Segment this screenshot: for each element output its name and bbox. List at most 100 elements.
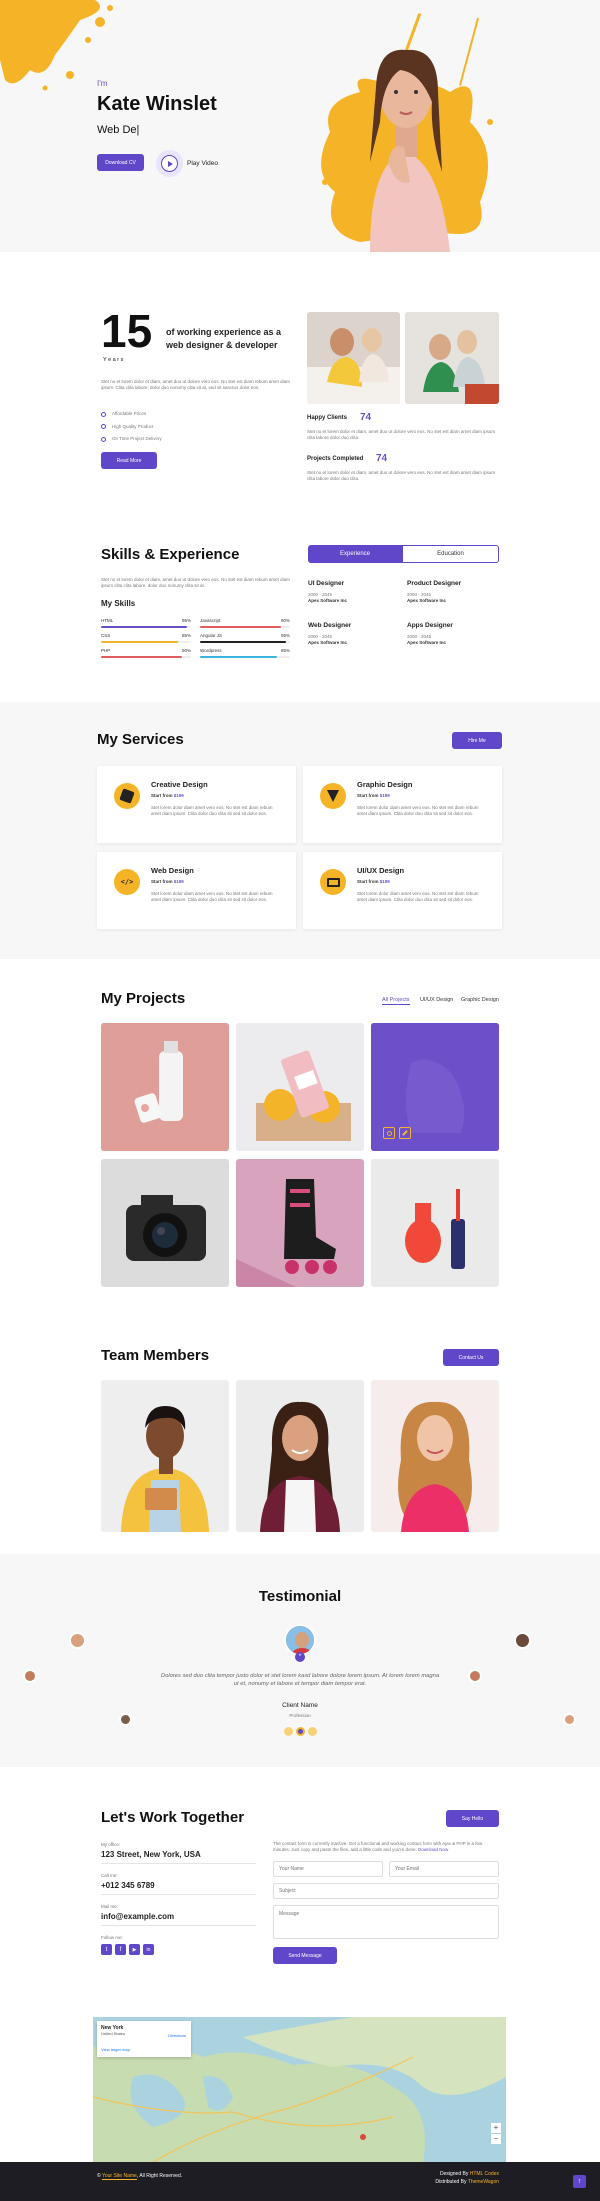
service-price: Start from $199 (357, 793, 390, 798)
mail-value: info@example.com (101, 1912, 175, 1921)
service-card[interactable]: Creative Design Start from $199 Stet lor… (97, 766, 296, 843)
skill-bar-track (200, 641, 290, 643)
skill-bar-fill (101, 626, 187, 628)
link-icon[interactable] (399, 1127, 411, 1139)
service-card[interactable]: </> Web Design Start from $199 Stet lore… (97, 852, 296, 929)
read-more-button[interactable]: Read More (101, 452, 157, 469)
team-title: Team Members (101, 1347, 210, 1364)
skill-name: PHP (101, 648, 111, 653)
message-textarea[interactable] (273, 1905, 499, 1939)
project-item[interactable] (236, 1159, 364, 1287)
carousel-dot[interactable] (308, 1727, 317, 1736)
project-item[interactable] (101, 1159, 229, 1287)
youtube-icon[interactable]: ▶ (129, 1944, 140, 1955)
back-to-top-button[interactable]: ↑ (573, 2175, 586, 2188)
project-item[interactable] (101, 1023, 229, 1151)
quote-icon: “ (295, 1652, 305, 1662)
twitter-icon[interactable]: t (101, 1944, 112, 1955)
job-company: Apex Software Inc (407, 640, 447, 645)
service-title: Creative Design (151, 780, 208, 789)
zoom-out-icon[interactable]: − (491, 2134, 501, 2144)
team-member[interactable] (101, 1380, 229, 1532)
skill-name: CSS (101, 633, 111, 638)
linkedin-icon[interactable]: in (143, 1944, 154, 1955)
projects-section: My Projects All Projects UI/UX Design Gr… (0, 959, 600, 1309)
download-now-link[interactable]: Download Now (418, 1847, 448, 1852)
call-label: Call me: (101, 1873, 118, 1878)
skill-item: CSS 85% (101, 633, 191, 645)
team-member[interactable] (236, 1380, 364, 1532)
job-item: Product Designer 2000 - 2045 Apex Softwa… (407, 580, 461, 603)
job-company: Apex Software Inc (407, 598, 447, 603)
play-video-label: Play Video (187, 160, 218, 167)
my-skills-heading: My Skills (101, 599, 136, 608)
skill-percent: 95% (181, 618, 191, 623)
filter-ui-ux-design[interactable]: UI/UX Design (420, 997, 453, 1003)
facebook-icon[interactable]: f (115, 1944, 126, 1955)
projects-completed-label: Projects Completed (307, 456, 364, 462)
contact-section: Let's Work Together Say Hello My office:… (0, 1767, 600, 1997)
service-card[interactable]: UI/UX Design Start from $199 Stet lorem … (303, 852, 502, 929)
zoom-in-icon[interactable]: + (491, 2123, 501, 2133)
job-title: UI Designer (308, 580, 345, 587)
skill-item: Wordpress 85% (200, 648, 290, 660)
follow-label: Follow me: (101, 1935, 123, 1940)
skill-bar-fill (200, 656, 277, 658)
floating-avatar (23, 1669, 37, 1683)
site-name-link[interactable]: Your Site Name (101, 2173, 137, 2180)
skill-name: Angular JS (200, 633, 223, 638)
skill-bar-track (200, 656, 290, 658)
project-item[interactable] (371, 1023, 499, 1151)
designer-link[interactable]: HTML Codex (470, 2171, 499, 2177)
map-larger-link[interactable]: View larger map (101, 2047, 130, 2052)
team-member[interactable] (371, 1380, 499, 1532)
map-directions[interactable]: Directions (168, 2033, 186, 2038)
check-icon (101, 424, 106, 430)
contact-us-button[interactable]: Contact Us (443, 1349, 499, 1366)
name-input[interactable] (273, 1861, 383, 1877)
zoom-icon[interactable] (383, 1127, 395, 1139)
skill-bar-track (101, 656, 191, 658)
mail-label: Mail me: (101, 1904, 119, 1909)
testimonial-quote: Dolores sed duo clita tempor justo dolor… (160, 1673, 440, 1687)
service-card[interactable]: Graphic Design Start from $199 Stet lore… (303, 766, 502, 843)
about-section: 15 Y e a r s of working experience as a … (0, 252, 600, 492)
carousel-dot-active[interactable] (296, 1727, 305, 1736)
form-note: The contact form is currently inactive. … (273, 1841, 483, 1852)
map-embed[interactable]: New York United States Directions View l… (93, 2017, 506, 2162)
divider (101, 1894, 256, 1895)
services-title: My Services (97, 731, 184, 748)
skill-bar-fill (101, 656, 182, 658)
service-title: Graphic Design (357, 780, 413, 789)
service-title: UI/UX Design (357, 866, 405, 875)
subject-input[interactable] (273, 1883, 499, 1899)
years-label: Y e a r s (103, 357, 124, 363)
carousel-dot[interactable] (284, 1727, 293, 1736)
check-icon (101, 411, 106, 417)
distributor-link[interactable]: ThemeWagon (468, 2179, 499, 2185)
tab-experience[interactable]: Experience (308, 545, 402, 563)
send-message-button[interactable]: Send Message (273, 1947, 337, 1964)
say-hello-button[interactable]: Say Hello (446, 1810, 499, 1827)
download-cv-button[interactable]: Download CV (97, 154, 144, 171)
filter-graphic-design[interactable]: Graphic Design (461, 997, 499, 1003)
skill-bar-track (101, 626, 191, 628)
tab-education[interactable]: Education (402, 545, 499, 563)
check-icon (101, 436, 106, 442)
projects-completed-text: Stet no et lorem dolor et diam, amet duo… (307, 470, 496, 481)
project-item[interactable] (371, 1159, 499, 1287)
job-company: Apex Software Inc (308, 640, 348, 645)
email-input[interactable] (389, 1861, 499, 1877)
filter-all-projects[interactable]: All Projects (382, 997, 410, 1005)
hire-me-button[interactable]: Hire Me (452, 732, 502, 749)
skill-bar-fill (200, 626, 281, 628)
play-video-button[interactable] (156, 150, 183, 177)
project-item[interactable] (236, 1023, 364, 1151)
services-section: My Services Hire Me Creative Design Star… (0, 702, 600, 959)
skill-percent: 85% (280, 648, 290, 653)
job-title: Web Designer (308, 622, 352, 629)
skills-section: Skills & Experience Stet no et lorem dol… (0, 530, 600, 700)
service-price: Start from $199 (151, 793, 184, 798)
skill-item: HTML 95% (101, 618, 191, 630)
job-item: UI Designer 2000 - 2045 Apex Software In… (308, 580, 347, 603)
